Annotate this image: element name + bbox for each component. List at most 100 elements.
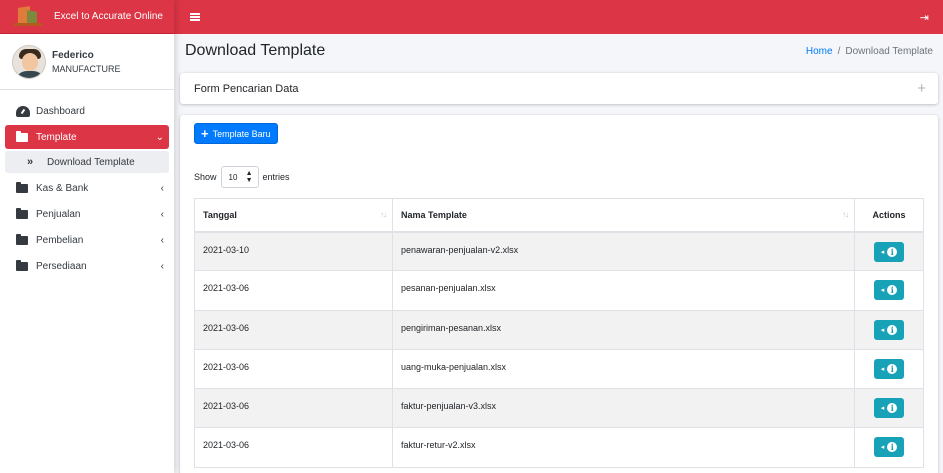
folder-icon bbox=[16, 207, 32, 219]
logout-icon[interactable]: ⇥ bbox=[920, 11, 929, 24]
sidebar-item-persediaan[interactable]: Persediaan ‹ bbox=[0, 253, 174, 279]
sidebar-item-download-template[interactable]: » Download Template bbox=[5, 151, 169, 173]
caret-left-icon: ◂ bbox=[880, 365, 885, 373]
cell-actions: ◂ i bbox=[854, 388, 924, 429]
new-template-button[interactable]: + Template Baru bbox=[194, 123, 278, 144]
info-icon: i bbox=[887, 285, 898, 296]
sidebar-item-penjualan[interactable]: Penjualan ‹ bbox=[0, 201, 174, 227]
sidebar-item-template[interactable]: Template ⌄ bbox=[5, 125, 169, 149]
table-row: 2021-03-06 pengiriman-pesanan.xlsx ◂ i bbox=[194, 309, 924, 350]
sidebar-item-label: Download Template bbox=[47, 156, 135, 168]
table-row: 2021-03-10 penawaran-penjualan-v2.xlsx ◂… bbox=[194, 230, 924, 272]
folder-icon bbox=[16, 233, 32, 245]
folder-icon bbox=[16, 181, 32, 193]
caret-left-icon: ◂ bbox=[880, 405, 885, 413]
info-icon: i bbox=[887, 324, 898, 335]
info-icon: i bbox=[887, 403, 898, 414]
cell-name: pengiriman-pesanan.xlsx bbox=[392, 309, 855, 350]
column-header-label: Nama Template bbox=[401, 209, 467, 220]
column-header-nama-template[interactable]: Nama Template ↑↓ bbox=[392, 198, 855, 233]
chevron-left-icon: ‹ bbox=[160, 208, 164, 220]
folder-icon bbox=[16, 130, 32, 142]
entries-label: entries bbox=[262, 172, 290, 182]
search-card: Form Pencarian Data + bbox=[180, 73, 938, 104]
top-navbar: ⇥ bbox=[174, 0, 943, 34]
cell-actions: ◂ i bbox=[854, 230, 924, 272]
sidebar-item-label: Penjualan bbox=[36, 208, 81, 220]
cell-date: 2021-03-06 bbox=[194, 427, 393, 468]
breadcrumb-home-link[interactable]: Home bbox=[806, 46, 833, 57]
double-chevron-right-icon: » bbox=[27, 156, 34, 168]
caret-left-icon: ◂ bbox=[880, 444, 885, 452]
sidebar: Excel to Accurate Online Federico MANUFA… bbox=[0, 0, 174, 473]
column-header-label: Actions bbox=[872, 209, 906, 220]
avatar bbox=[12, 44, 46, 79]
info-action-button[interactable]: ◂ i bbox=[874, 437, 904, 458]
content-wrapper: Download Template Home / Download Template… bbox=[174, 34, 943, 473]
info-action-button[interactable]: ◂ i bbox=[874, 358, 904, 379]
hamburger-icon[interactable] bbox=[190, 13, 200, 21]
sort-updown-icon: ▲ ▼ bbox=[245, 170, 253, 184]
table-header-row: Tanggal ↑↓ Nama Template ↑↓ Actions bbox=[194, 198, 924, 233]
sidebar-item-label: Dashboard bbox=[36, 105, 85, 117]
breadcrumb-separator: / bbox=[837, 45, 841, 57]
info-action-button[interactable]: ◂ i bbox=[874, 398, 904, 419]
sidebar-item-pembelian[interactable]: Pembelian ‹ bbox=[0, 227, 174, 253]
table-row: 2021-03-06 faktur-penjualan-v3.xlsx ◂ i bbox=[194, 388, 924, 429]
caret-left-icon: ◂ bbox=[880, 326, 885, 334]
chevron-down-icon: ⌄ bbox=[155, 131, 164, 143]
breadcrumb: Home / Download Template bbox=[806, 46, 933, 57]
cell-name: uang-muka-penjualan.xlsx bbox=[392, 348, 855, 390]
cell-date: 2021-03-06 bbox=[194, 270, 393, 311]
cell-name: faktur-penjualan-v3.xlsx bbox=[392, 388, 855, 429]
cell-actions: ◂ i bbox=[854, 348, 924, 390]
cell-actions: ◂ i bbox=[854, 427, 924, 468]
column-header-label: Tanggal bbox=[203, 209, 237, 220]
table-row: 2021-03-06 faktur-retur-v2.xlsx ◂ i bbox=[194, 427, 924, 468]
user-role: MANUFACTURE bbox=[52, 63, 121, 74]
sort-icon: ↑↓ bbox=[380, 210, 387, 219]
cell-actions: ◂ i bbox=[854, 309, 924, 350]
cell-name: pesanan-penjualan.xlsx bbox=[392, 270, 855, 311]
sidebar-nav: Dashboard Template ⌄ » Download Template… bbox=[0, 90, 174, 279]
info-icon: i bbox=[887, 363, 898, 374]
user-panel[interactable]: Federico MANUFACTURE bbox=[0, 34, 174, 90]
cell-name: penawaran-penjualan-v2.xlsx bbox=[392, 230, 855, 272]
table-row: 2021-03-06 uang-muka-penjualan.xlsx ◂ i bbox=[194, 348, 924, 390]
brand-logo-icon bbox=[14, 5, 42, 29]
cell-date: 2021-03-06 bbox=[194, 348, 393, 390]
column-header-actions: Actions bbox=[854, 198, 924, 233]
caret-left-icon: ◂ bbox=[880, 248, 885, 256]
sidebar-item-label: Template bbox=[36, 131, 77, 143]
plus-icon: + bbox=[201, 126, 209, 141]
sidebar-item-label: Kas & Bank bbox=[36, 182, 89, 194]
brand-title: Excel to Accurate Online bbox=[54, 11, 163, 22]
user-name: Federico bbox=[52, 49, 94, 61]
breadcrumb-current: Download Template bbox=[845, 45, 933, 57]
cell-name: faktur-retur-v2.xlsx bbox=[392, 427, 855, 468]
entries-length-control: Show 10 ▲ ▼ entries bbox=[194, 166, 924, 188]
sidebar-item-label: Persediaan bbox=[36, 260, 87, 272]
dashboard-icon bbox=[16, 105, 32, 117]
info-action-button[interactable]: ◂ i bbox=[874, 241, 904, 262]
column-header-tanggal[interactable]: Tanggal ↑↓ bbox=[194, 198, 393, 233]
info-action-button[interactable]: ◂ i bbox=[874, 319, 904, 340]
entries-select[interactable]: 10 ▲ ▼ bbox=[220, 166, 259, 188]
cell-date: 2021-03-10 bbox=[194, 230, 393, 272]
sidebar-item-dashboard[interactable]: Dashboard bbox=[0, 98, 174, 124]
cell-date: 2021-03-06 bbox=[194, 388, 393, 429]
info-icon: i bbox=[887, 442, 898, 453]
search-card-title: Form Pencarian Data bbox=[194, 82, 299, 95]
page-title: Download Template bbox=[185, 42, 326, 59]
info-action-button[interactable]: ◂ i bbox=[874, 280, 904, 301]
template-table: Tanggal ↑↓ Nama Template ↑↓ Actions 2021… bbox=[194, 198, 924, 468]
plus-icon[interactable]: + bbox=[917, 80, 926, 97]
template-card: + Template Baru Show 10 ▲ ▼ entries Tangg… bbox=[180, 115, 938, 473]
content-header: Download Template Home / Download Template bbox=[180, 34, 938, 68]
sidebar-item-kas-bank[interactable]: Kas & Bank ‹ bbox=[0, 175, 174, 201]
chevron-left-icon: ‹ bbox=[160, 182, 164, 194]
sidebar-item-label: Pembelian bbox=[36, 234, 84, 246]
new-template-label: Template Baru bbox=[212, 128, 271, 139]
cell-actions: ◂ i bbox=[854, 270, 924, 311]
brand-link[interactable]: Excel to Accurate Online bbox=[0, 0, 174, 34]
